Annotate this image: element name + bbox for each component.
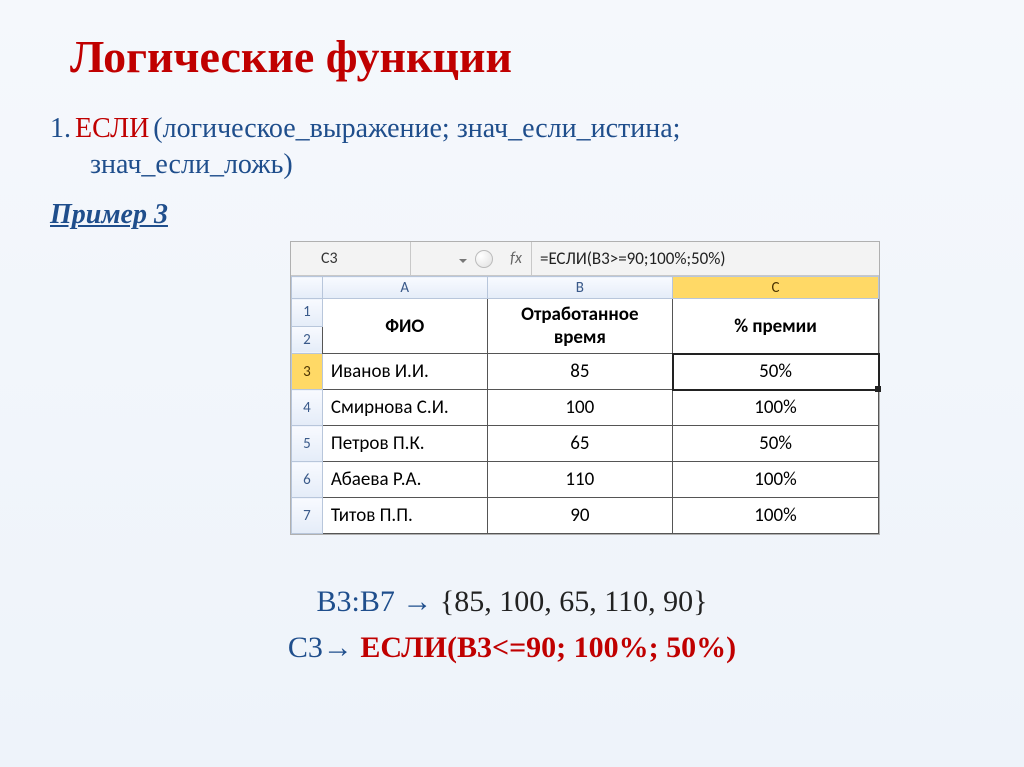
row-header[interactable]: 5 bbox=[292, 426, 323, 462]
function-definition: 1. ЕСЛИ (логическое_выражение; знач_если… bbox=[50, 113, 974, 181]
formula-bar: C3 fx =ЕСЛИ(B3>=90;100%;50%) bbox=[291, 242, 879, 276]
function-args-line2: знач_если_ложь) bbox=[90, 149, 974, 181]
formula-text[interactable]: =ЕСЛИ(B3>=90;100%;50%) bbox=[531, 242, 879, 275]
column-header-c[interactable]: C bbox=[673, 277, 879, 299]
row-header[interactable]: 2 bbox=[292, 326, 323, 354]
example-label: Пример 3 bbox=[50, 199, 974, 231]
column-header-a[interactable]: A bbox=[322, 277, 487, 299]
row-header[interactable]: 6 bbox=[292, 462, 323, 498]
formula-line: C3→ ЕСЛИ(B3<=90; 100%; 50%) bbox=[50, 631, 974, 665]
arrow-icon: → bbox=[402, 585, 432, 618]
bottom-formulas: B3:B7 → {85, 100, 65, 110, 90} C3→ ЕСЛИ(… bbox=[50, 585, 974, 665]
cell-bonus[interactable]: 100% bbox=[673, 498, 879, 534]
cell-time[interactable]: 85 bbox=[487, 354, 672, 390]
column-header-b[interactable]: B bbox=[487, 277, 672, 299]
header-cell-fio[interactable]: ФИО bbox=[322, 299, 487, 354]
cell-fio[interactable]: Титов П.П. bbox=[322, 498, 487, 534]
name-box[interactable]: C3 bbox=[291, 242, 411, 275]
cell-fio[interactable]: Смирнова С.И. bbox=[322, 390, 487, 426]
arrow-icon: → bbox=[323, 631, 353, 664]
row-header[interactable]: 3 bbox=[292, 354, 323, 390]
table-row: 6 Абаева Р.А. 110 100% bbox=[292, 462, 879, 498]
cell-bonus[interactable]: 50% bbox=[673, 426, 879, 462]
fx-icon[interactable]: fx bbox=[501, 249, 531, 268]
cell-bonus[interactable]: 100% bbox=[673, 462, 879, 498]
cancel-icon[interactable] bbox=[475, 250, 493, 268]
cell-ref: C3 bbox=[288, 631, 323, 664]
value-set: {85, 100, 65, 110, 90} bbox=[440, 585, 708, 618]
cell-time[interactable]: 65 bbox=[487, 426, 672, 462]
header-cell-time[interactable]: Отработанное время bbox=[487, 299, 672, 354]
range-expansion-line: B3:B7 → {85, 100, 65, 110, 90} bbox=[50, 585, 974, 619]
function-name: ЕСЛИ bbox=[75, 113, 149, 144]
formula-expression: ЕСЛИ(B3<=90; 100%; 50%) bbox=[360, 631, 736, 664]
corner-header[interactable] bbox=[292, 277, 323, 299]
name-box-dropdown-icon[interactable] bbox=[457, 253, 469, 265]
row-header[interactable]: 1 bbox=[292, 299, 323, 327]
cell-time[interactable]: 100 bbox=[487, 390, 672, 426]
range-ref: B3:B7 bbox=[316, 585, 394, 618]
formula-bar-icons bbox=[411, 250, 501, 268]
cell-fio[interactable]: Петров П.К. bbox=[322, 426, 487, 462]
spreadsheet-grid: A B C 1 ФИО Отработанное время % премии … bbox=[291, 276, 879, 534]
function-args-line1: (логическое_выражение; знач_если_истина; bbox=[153, 113, 680, 144]
cell-time[interactable]: 90 bbox=[487, 498, 672, 534]
cell-bonus-active[interactable]: 50% bbox=[673, 354, 879, 390]
row-header[interactable]: 7 bbox=[292, 498, 323, 534]
excel-screenshot: C3 fx =ЕСЛИ(B3>=90;100%;50%) A B C 1 ФИО… bbox=[290, 241, 880, 535]
cell-fio[interactable]: Иванов И.И. bbox=[322, 354, 487, 390]
table-row: 5 Петров П.К. 65 50% bbox=[292, 426, 879, 462]
cell-fio[interactable]: Абаева Р.А. bbox=[322, 462, 487, 498]
table-row: 7 Титов П.П. 90 100% bbox=[292, 498, 879, 534]
slide: Логические функции 1. ЕСЛИ (логическое_в… bbox=[0, 0, 1024, 767]
header-cell-bonus[interactable]: % премии bbox=[673, 299, 879, 354]
table-row: 4 Смирнова С.И. 100 100% bbox=[292, 390, 879, 426]
cell-time[interactable]: 110 bbox=[487, 462, 672, 498]
table-row: 3 Иванов И.И. 85 50% bbox=[292, 354, 879, 390]
cell-bonus[interactable]: 100% bbox=[673, 390, 879, 426]
item-number: 1. bbox=[50, 113, 71, 144]
slide-title: Логические функции bbox=[70, 30, 974, 83]
row-header[interactable]: 4 bbox=[292, 390, 323, 426]
